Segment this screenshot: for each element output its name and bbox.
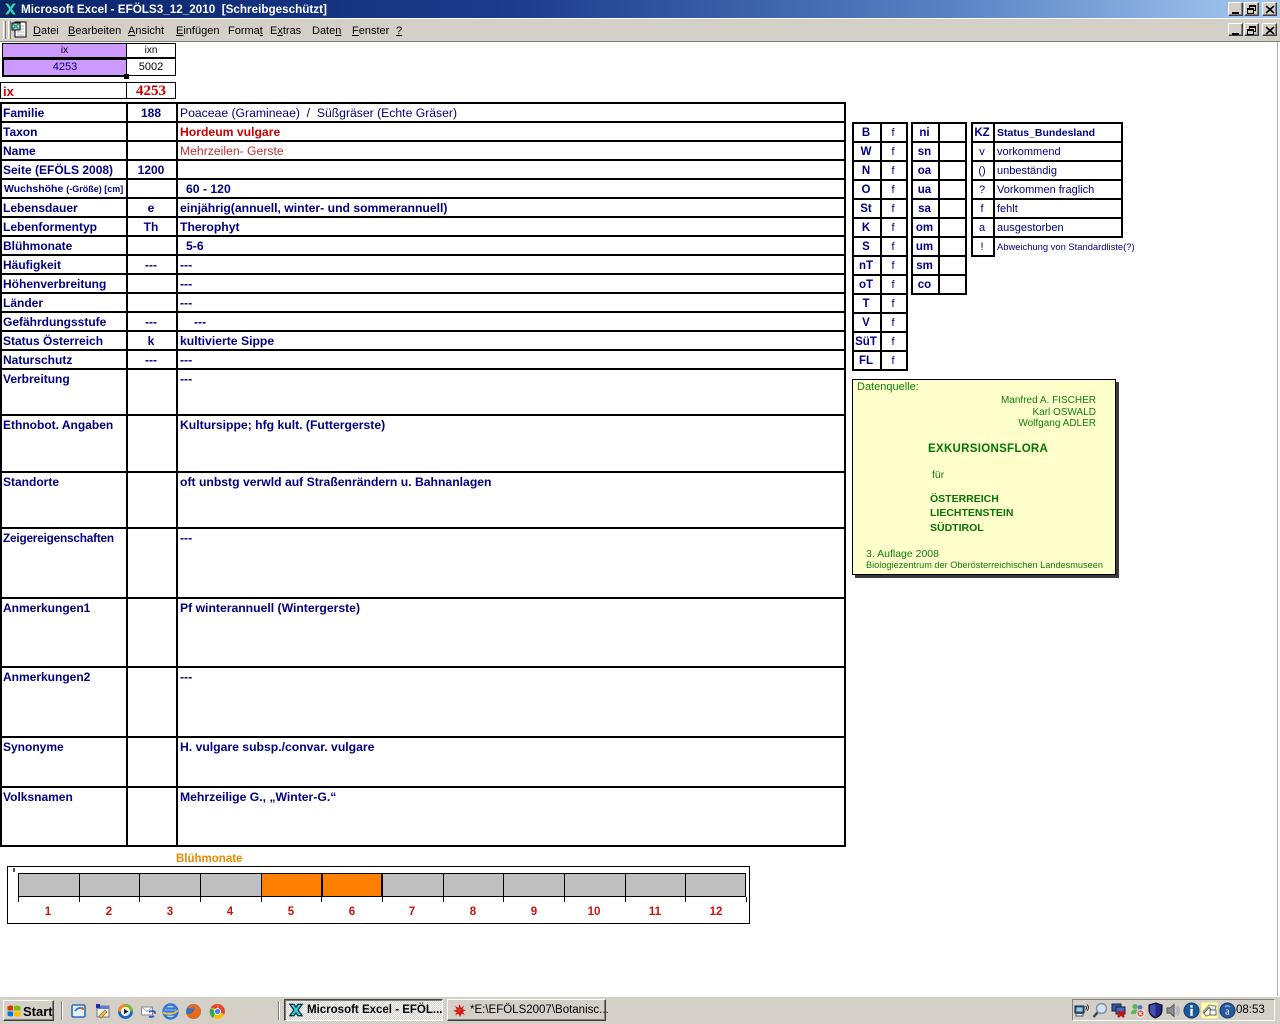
svg-text:a: a (1225, 1007, 1230, 1018)
